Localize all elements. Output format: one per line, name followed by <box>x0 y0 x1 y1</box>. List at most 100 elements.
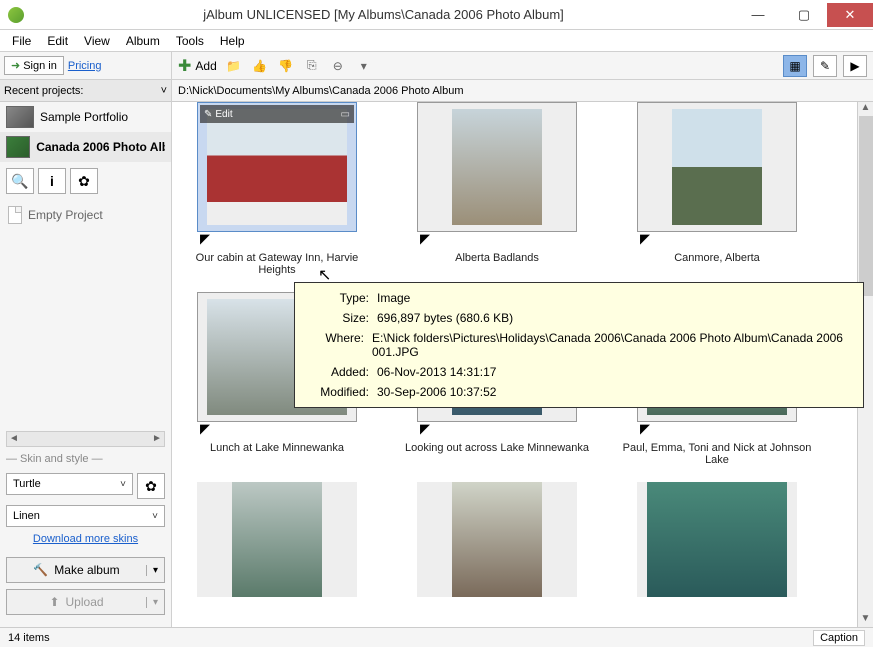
thumb-caption <box>402 617 592 627</box>
thumbnail[interactable] <box>197 482 357 597</box>
add-label: Add <box>195 59 216 73</box>
thumb-caption: Looking out across Lake Minnewanka <box>402 442 592 470</box>
thumbnail[interactable] <box>637 482 797 597</box>
menu-tools[interactable]: Tools <box>170 32 210 50</box>
search-button[interactable]: 🔍 <box>6 168 34 194</box>
play-icon: ▶ <box>850 59 859 73</box>
window-title: jAlbum UNLICENSED [My Albums\Canada 2006… <box>32 7 735 22</box>
thumb-item <box>182 482 372 627</box>
pencil-icon: ✎ <box>820 59 830 73</box>
make-album-dropdown[interactable]: ▾ <box>146 565 164 576</box>
project-thumb-icon <box>6 106 34 128</box>
gear-icon: ✿ <box>78 173 90 190</box>
path-bar[interactable]: D:\Nick\Documents\My Albums\Canada 2006 … <box>172 80 873 102</box>
thumb-caption: Alberta Badlands <box>402 252 592 280</box>
make-album-label: Make album <box>54 563 119 577</box>
menu-album[interactable]: Album <box>120 32 166 50</box>
pencil-icon: ✎ <box>204 109 212 120</box>
edit-view-button[interactable]: ✎ <box>813 55 837 77</box>
recent-projects-label: Recent projects: <box>4 85 83 97</box>
pricing-link[interactable]: Pricing <box>68 60 102 72</box>
caption-button[interactable]: Caption <box>813 630 865 646</box>
settings-button[interactable]: ✿ <box>70 168 98 194</box>
photo-placeholder <box>207 109 347 225</box>
add-button[interactable]: ✚ Add <box>178 56 217 76</box>
thumbnail[interactable]: ◤ <box>637 102 797 232</box>
project-label: Sample Portfolio <box>40 110 128 124</box>
minimize-button[interactable]: — <box>735 3 781 27</box>
thumb-caption <box>182 617 372 627</box>
skin-select[interactable]: Turtle ˅ <box>6 473 133 495</box>
tooltip-where-value: E:\Nick folders\Pictures\Holidays\Canada… <box>372 331 851 359</box>
info-tooltip: Type:Image Size:696,897 bytes (680.6 KB)… <box>294 282 864 408</box>
sidebar-scrollbar[interactable]: ◄ ► <box>6 431 165 447</box>
tooltip-modified-value: 30-Sep-2006 10:37:52 <box>377 385 496 399</box>
upload-dropdown[interactable]: ▾ <box>146 597 164 608</box>
style-select-value: Linen <box>13 510 40 522</box>
thumb-item <box>622 482 812 627</box>
flag-icon: ◤ <box>640 421 650 437</box>
menu-file[interactable]: File <box>6 32 37 50</box>
tooltip-where-key: Where: <box>307 331 364 359</box>
skin-settings-button[interactable]: ✿ <box>137 473 165 499</box>
grid-icon: ▦ <box>789 59 800 73</box>
chevron-down-icon: ˅ <box>120 479 126 490</box>
upload-icon: ⬆ <box>49 595 59 609</box>
project-item-canada[interactable]: Canada 2006 Photo Album <box>0 132 171 162</box>
tooltip-type-key: Type: <box>307 291 369 305</box>
menu-edit[interactable]: Edit <box>41 32 74 50</box>
edit-overlay[interactable]: ✎ Edit ▭ <box>200 105 354 123</box>
make-album-button[interactable]: 🔨Make album ▾ <box>6 557 165 583</box>
scroll-right-icon: ► <box>150 432 164 446</box>
title-bar: jAlbum UNLICENSED [My Albums\Canada 2006… <box>0 0 873 30</box>
edit-label: Edit <box>215 109 232 120</box>
sign-in-button[interactable]: ➜ Sign in <box>4 56 64 75</box>
style-select[interactable]: Linen ˅ <box>6 505 165 527</box>
sidebar: Recent projects: ˅ Sample Portfolio Cana… <box>0 80 172 627</box>
thumbnail[interactable]: ✎ Edit ▭ ◤ <box>197 102 357 232</box>
thumb-item <box>402 482 592 627</box>
copy-icon[interactable]: ⎘ <box>303 57 321 75</box>
arrow-right-icon: ➜ <box>11 59 20 72</box>
flag-icon: ◤ <box>420 231 430 247</box>
preview-view-button[interactable]: ▶ <box>843 55 867 77</box>
thumb-item: ◤ Canmore, Alberta <box>622 102 812 280</box>
download-skins-link[interactable]: Download more skins <box>6 533 165 545</box>
new-folder-icon[interactable]: 📁 <box>225 57 243 75</box>
thumb-caption: Our cabin at Gateway Inn, Harvie Heights <box>182 252 372 280</box>
project-item-sample[interactable]: Sample Portfolio <box>0 102 171 132</box>
tooltip-size-value: 696,897 bytes (680.6 KB) <box>377 311 513 325</box>
close-button[interactable]: ✕ <box>827 3 873 27</box>
search-icon: 🔍 <box>11 173 28 190</box>
scroll-down-icon: ▼ <box>858 613 873 627</box>
recent-projects-header[interactable]: Recent projects: ˅ <box>0 80 171 102</box>
thumbnail[interactable] <box>417 482 577 597</box>
scrollbar-thumb[interactable] <box>859 116 873 296</box>
tooltip-type-value: Image <box>377 291 410 305</box>
remove-icon[interactable]: ⊖ <box>329 57 347 75</box>
menu-help[interactable]: Help <box>214 32 251 50</box>
tooltip-modified-key: Modified: <box>307 385 369 399</box>
upload-label: Upload <box>66 595 104 609</box>
empty-project-item[interactable]: Empty Project <box>0 200 171 230</box>
thumbnail[interactable]: ◤ <box>417 102 577 232</box>
flag-icon: ◤ <box>420 421 430 437</box>
empty-project-label: Empty Project <box>28 208 103 222</box>
thumbs-up-icon[interactable]: 👍 <box>251 57 269 75</box>
filter-icon[interactable]: ▾ <box>355 57 373 75</box>
toolbar: ➜ Sign in Pricing ✚ Add 📁 👍 👎 ⎘ ⊖ ▾ ▦ ✎ … <box>0 52 873 80</box>
maximize-button[interactable]: ▢ <box>781 3 827 27</box>
grid-view-button[interactable]: ▦ <box>783 55 807 77</box>
status-bar: 14 items Caption <box>0 627 873 647</box>
thumbs-down-icon[interactable]: 👎 <box>277 57 295 75</box>
tooltip-added-key: Added: <box>307 365 369 379</box>
flag-icon: ◤ <box>200 231 210 247</box>
sign-in-label: Sign in <box>23 60 57 72</box>
photo-placeholder <box>672 109 762 225</box>
menu-bar: File Edit View Album Tools Help <box>0 30 873 52</box>
info-button[interactable]: i <box>38 168 66 194</box>
upload-button[interactable]: ⬆ Upload ▾ <box>6 589 165 615</box>
menu-view[interactable]: View <box>78 32 116 50</box>
skin-section-label: — Skin and style — <box>6 453 165 465</box>
flag-icon: ◤ <box>200 421 210 437</box>
